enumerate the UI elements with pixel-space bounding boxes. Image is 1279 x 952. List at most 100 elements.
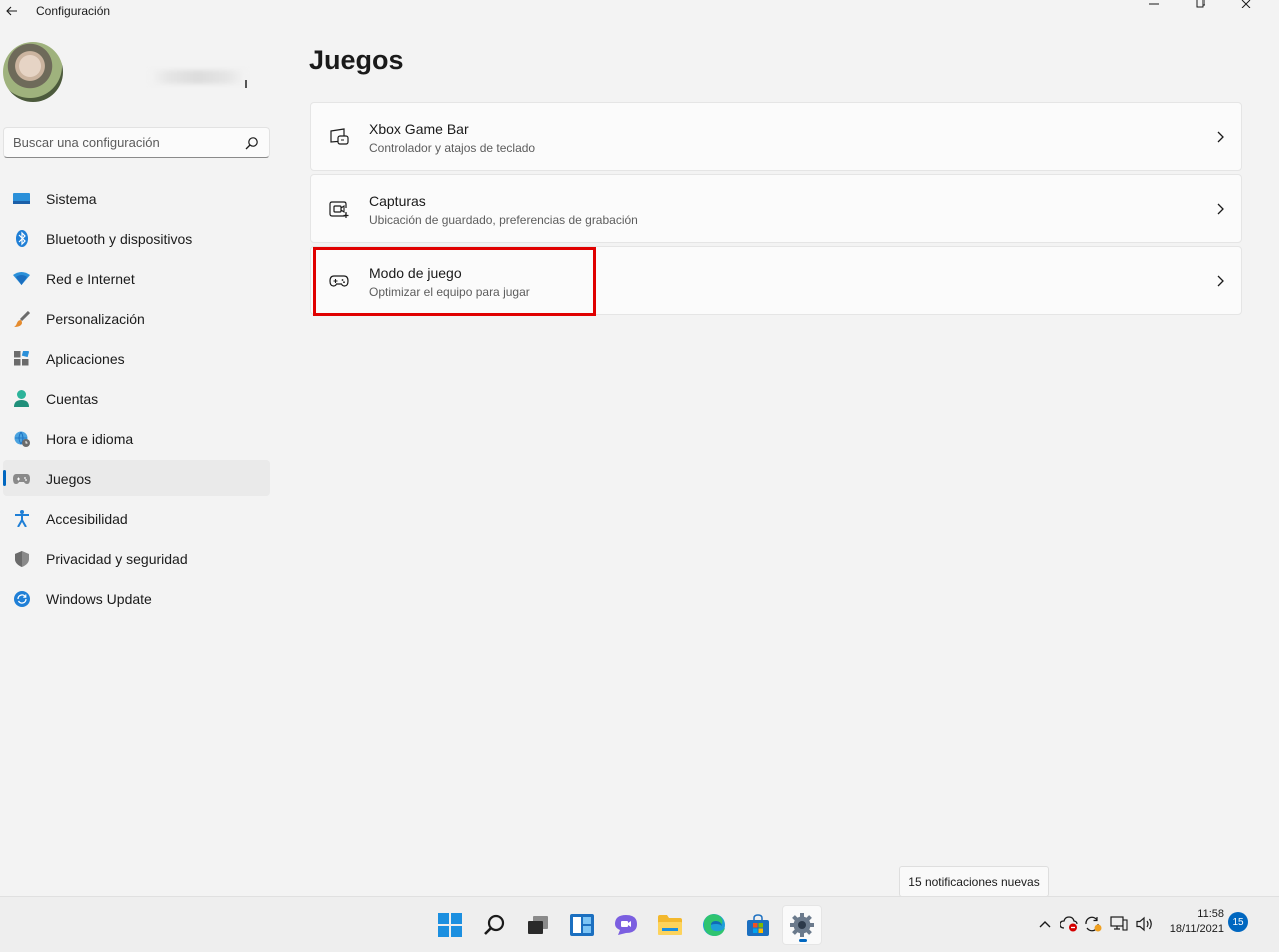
clock-time: 11:58 [1197, 908, 1224, 920]
shield-icon [13, 550, 30, 567]
chat-button[interactable] [606, 905, 646, 945]
sidebar-item-cuentas[interactable]: Cuentas [3, 380, 270, 416]
widgets-button[interactable] [562, 905, 602, 945]
search-input[interactable] [4, 128, 232, 157]
wifi-icon [13, 270, 30, 287]
gamepad-icon [329, 275, 349, 287]
active-app-indicator [799, 939, 807, 942]
sidebar-item-juegos[interactable]: Juegos [3, 460, 270, 496]
notification-badge[interactable]: 15 [1228, 912, 1248, 932]
accessibility-icon [13, 510, 30, 527]
sidebar-item-label: Aplicaciones [46, 351, 125, 367]
notification-tooltip: 15 notificaciones nuevas [899, 866, 1049, 897]
start-icon [438, 913, 462, 937]
close-icon [1241, 0, 1251, 8]
sidebar-item-aplicaciones[interactable]: Aplicaciones [3, 340, 270, 376]
sidebar-item-label: Juegos [46, 471, 92, 487]
clock-date: 18/11/2021 [1169, 923, 1224, 935]
network-icon [1110, 916, 1128, 931]
card-xbox-game-bar[interactable]: Xbox Game Bar Controlador y atajos de te… [310, 102, 1242, 171]
sidebar-item-accesibilidad[interactable]: Accesibilidad [3, 500, 270, 536]
tray-sync-button[interactable] [1084, 916, 1102, 932]
card-subtitle: Optimizar el equipo para jugar [369, 285, 530, 299]
chevron-right-icon [1217, 131, 1224, 143]
card-title: Xbox Game Bar [369, 121, 469, 137]
maximize-button[interactable] [1177, 0, 1223, 10]
cloud-error-icon [1060, 916, 1078, 932]
apps-icon [13, 350, 30, 367]
taskbar-clock[interactable]: 11:58 18/11/2021 [1166, 907, 1224, 937]
capture-icon [329, 201, 349, 218]
chevron-up-icon [1039, 921, 1051, 928]
card-subtitle: Controlador y atajos de teclado [369, 141, 536, 155]
task-view-icon [528, 916, 548, 934]
restore-icon [1196, 0, 1205, 8]
store-button[interactable] [738, 905, 778, 945]
search-icon[interactable] [245, 136, 259, 150]
tray-onedrive-button[interactable] [1060, 916, 1078, 932]
sidebar-item-bluetooth[interactable]: Bluetooth y dispositivos [3, 220, 270, 256]
edge-button[interactable] [694, 905, 734, 945]
search-icon [484, 914, 505, 935]
sidebar-item-label: Accesibilidad [46, 511, 128, 527]
sidebar-item-label: Hora e idioma [46, 431, 134, 447]
card-title: Capturas [369, 193, 426, 209]
chevron-right-icon [1217, 203, 1224, 215]
gamepad-icon [13, 470, 30, 487]
sidebar-item-label: Bluetooth y dispositivos [46, 231, 193, 247]
arrow-left-icon [6, 6, 17, 16]
title-bar: Configuración [0, 0, 1279, 24]
username-redacted [150, 70, 246, 84]
card-subtitle: Ubicación de guardado, preferencias de g… [369, 213, 638, 227]
edge-icon [703, 914, 725, 936]
widgets-icon [570, 914, 594, 936]
minimize-button[interactable] [1131, 0, 1177, 10]
sidebar-item-sistema[interactable]: Sistema [3, 180, 270, 216]
sidebar-item-label: Windows Update [46, 591, 152, 607]
sidebar-item-label: Privacidad y seguridad [46, 551, 188, 567]
update-icon [13, 590, 30, 607]
sidebar-item-red[interactable]: Red e Internet [3, 260, 270, 296]
sidebar-item-label: Sistema [46, 191, 97, 207]
page-title: Juegos [309, 45, 404, 75]
person-icon [13, 390, 30, 407]
avatar[interactable] [3, 42, 63, 102]
close-button[interactable] [1223, 0, 1269, 10]
card-title: Modo de juego [369, 265, 462, 281]
username-redacted-edge [245, 80, 247, 88]
globe-clock-icon [13, 430, 30, 447]
sidebar-item-label: Cuentas [46, 391, 99, 407]
tray-overflow-button[interactable] [1036, 916, 1054, 932]
settings-button[interactable] [782, 905, 822, 945]
chevron-right-icon [1217, 275, 1224, 287]
back-button[interactable] [4, 3, 20, 19]
file-explorer-button[interactable] [650, 905, 690, 945]
card-modo-de-juego[interactable]: Modo de juego Optimizar el equipo para j… [310, 246, 1242, 315]
brush-icon [13, 310, 30, 327]
settings-icon [790, 913, 814, 937]
sidebar-item-personalizacion[interactable]: Personalización [3, 300, 270, 336]
tray-network-button[interactable] [1110, 916, 1128, 932]
file-explorer-icon [658, 915, 682, 935]
volume-icon [1136, 916, 1152, 932]
card-capturas[interactable]: Capturas Ubicación de guardado, preferen… [310, 174, 1242, 243]
app-title: Configuración [36, 4, 111, 18]
sidebar-item-privacidad[interactable]: Privacidad y seguridad [3, 540, 270, 576]
task-view-button[interactable] [518, 905, 558, 945]
sync-warning-icon [1085, 916, 1102, 932]
sidebar-item-hora[interactable]: Hora e idioma [3, 420, 270, 456]
sidebar-item-windows-update[interactable]: Windows Update [3, 580, 270, 616]
sidebar-item-label: Red e Internet [46, 271, 135, 287]
sidebar-nav: Sistema Bluetooth y dispositivos Red e I… [3, 180, 270, 620]
taskbar-search-button[interactable] [474, 905, 514, 945]
search-box[interactable] [3, 127, 270, 158]
tray-volume-button[interactable] [1136, 916, 1154, 932]
start-button[interactable] [430, 905, 470, 945]
chat-icon [615, 915, 637, 935]
sidebar-item-label: Personalización [46, 311, 145, 327]
monitor-icon [13, 190, 30, 207]
store-icon [747, 914, 769, 936]
minimize-icon [1149, 3, 1159, 5]
bluetooth-icon [13, 230, 30, 247]
game-bar-icon [330, 128, 349, 145]
